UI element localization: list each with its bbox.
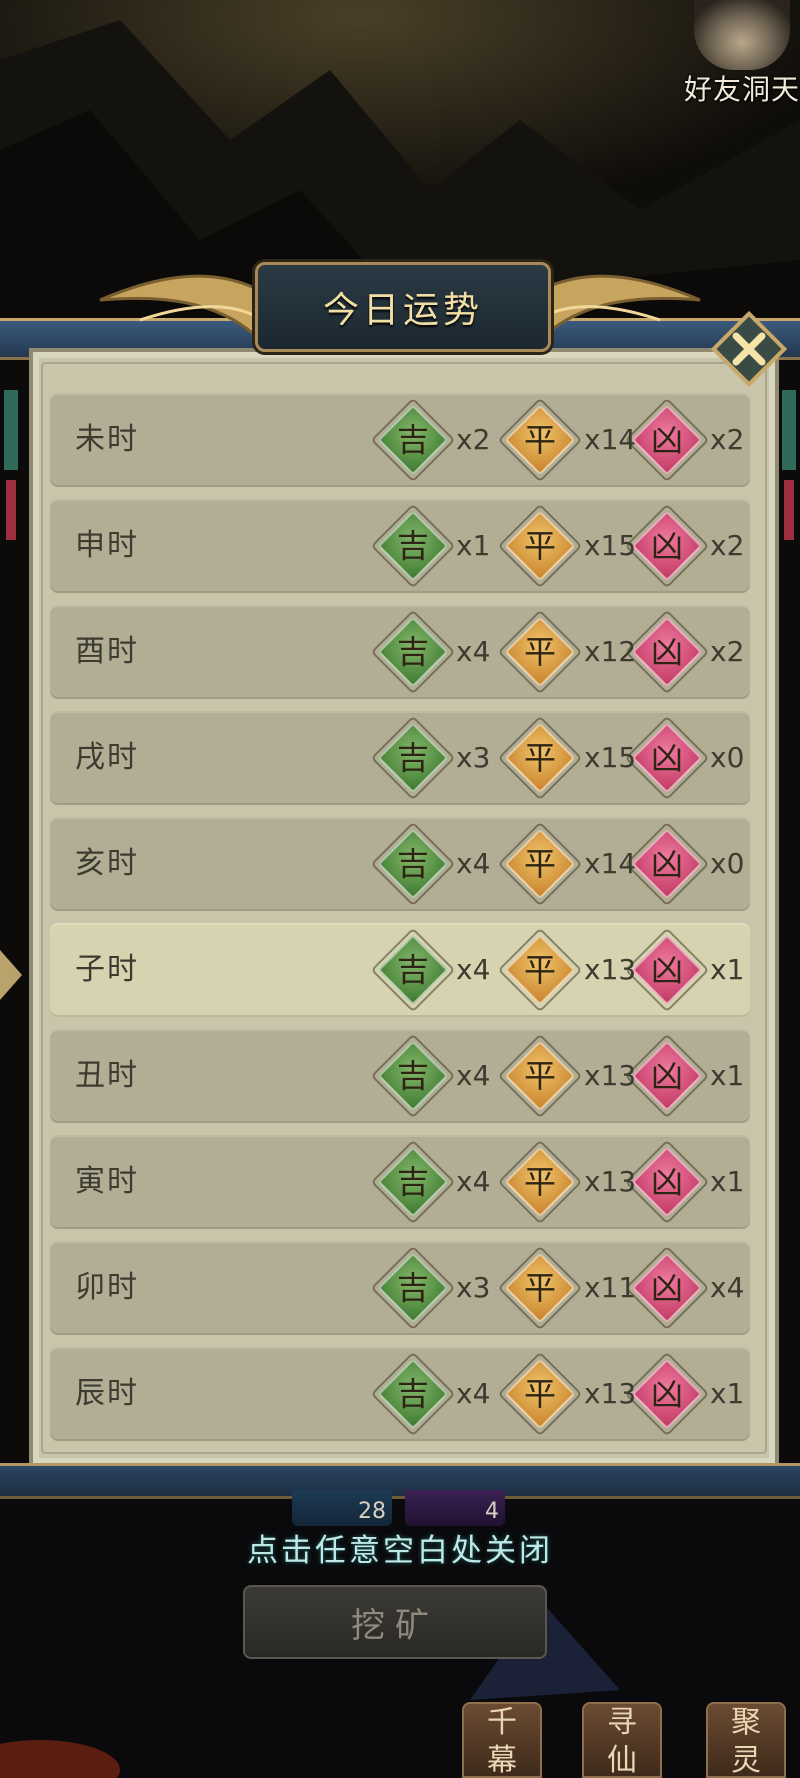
- friend-cave-label: 好友洞天: [683, 73, 800, 106]
- bad-fortune-icon: 凶: [624, 397, 710, 483]
- mine-button[interactable]: 挖矿: [243, 1585, 547, 1659]
- neutral-fortune-icon: 平: [497, 927, 583, 1013]
- fortune-row: 卯时 吉 x3 平 x11 凶 x4: [50, 1241, 750, 1335]
- good-fortune-icon: 吉: [370, 1245, 456, 1331]
- fortune-row: 未时 吉 x2 平 x14 凶 x2: [50, 393, 750, 487]
- neutral-fortune-icon: 平: [497, 503, 583, 589]
- hour-name: 寅时: [75, 1164, 139, 1199]
- fortune-row: 辰时 吉 x4 平 x13 凶 x1: [50, 1347, 750, 1441]
- friend-cave-shortcut[interactable]: 好友洞天: [670, 0, 800, 110]
- tab-label: 仙: [607, 1743, 637, 1778]
- bad-count: x0: [710, 847, 745, 880]
- close-hint[interactable]: 点击任意空白处关闭: [0, 1525, 800, 1570]
- tab-label: 千: [487, 1705, 517, 1740]
- good-fortune-icon: 吉: [370, 397, 456, 483]
- good-fortune-icon: 吉: [370, 715, 456, 801]
- bad-count: x2: [710, 529, 745, 562]
- bad-count: x4: [710, 1271, 745, 1304]
- lantern-decoration-left: [0, 390, 22, 550]
- bad-fortune-icon: 凶: [624, 503, 710, 589]
- friend-cave-icon: [694, 0, 790, 70]
- bad-fortune-icon: 凶: [624, 1245, 710, 1331]
- neutral-fortune-icon: 平: [497, 1139, 583, 1225]
- tab-label: 灵: [731, 1743, 761, 1778]
- fortune-row: 亥时 吉 x4 平 x14 凶 x0: [50, 817, 750, 911]
- tab-button[interactable]: 聚 灵: [706, 1702, 786, 1778]
- neutral-fortune-icon: 平: [497, 1351, 583, 1437]
- resource-count: 28: [358, 1499, 386, 1524]
- fortune-row-current: 子时 吉 x4 平 x13 凶 x1: [50, 923, 750, 1017]
- neutral-fortune-icon: 平: [497, 821, 583, 907]
- bad-fortune-icon: 凶: [624, 1351, 710, 1437]
- bad-count: x1: [710, 1165, 745, 1198]
- good-fortune-icon: 吉: [370, 1139, 456, 1225]
- close-x-icon: [710, 310, 788, 388]
- hour-name: 戌时: [75, 740, 139, 775]
- fortune-list: 未时 吉 x2 平 x14 凶 x2 申时 吉 x1 平 x15 凶 x2 酉时…: [50, 393, 750, 1453]
- good-count: x4: [456, 1165, 491, 1198]
- bad-fortune-icon: 凶: [624, 927, 710, 1013]
- tab-label: 聚: [731, 1705, 761, 1740]
- fortune-row: 酉时 吉 x4 平 x12 凶 x2: [50, 605, 750, 699]
- good-fortune-icon: 吉: [370, 609, 456, 695]
- hour-name: 亥时: [75, 846, 139, 881]
- fortune-row: 丑时 吉 x4 平 x13 凶 x1: [50, 1029, 750, 1123]
- bad-count: x2: [710, 423, 745, 456]
- bad-count: x1: [710, 1059, 745, 1092]
- neutral-fortune-icon: 平: [497, 609, 583, 695]
- fortune-row: 戌时 吉 x3 平 x15 凶 x0: [50, 711, 750, 805]
- bad-fortune-icon: 凶: [624, 821, 710, 907]
- fortune-row: 申时 吉 x1 平 x15 凶 x2: [50, 499, 750, 593]
- good-count: x2: [456, 423, 491, 456]
- good-count: x4: [456, 1377, 491, 1410]
- tab-label: 幕: [487, 1743, 517, 1778]
- neutral-fortune-icon: 平: [497, 1245, 583, 1331]
- dialog-title-plate: 今日运势: [255, 262, 551, 352]
- hour-name: 卯时: [75, 1270, 139, 1305]
- tab-button[interactable]: 千 幕: [462, 1702, 542, 1778]
- resource-count: 4: [485, 1499, 499, 1524]
- hour-name: 未时: [75, 422, 139, 457]
- bad-count: x1: [710, 1377, 745, 1410]
- bad-count: x1: [710, 953, 745, 986]
- dialog-title: 今日运势: [322, 290, 483, 331]
- good-count: x4: [456, 953, 491, 986]
- good-count: x4: [456, 847, 491, 880]
- neutral-fortune-icon: 平: [497, 715, 583, 801]
- panel-bottom-border: [0, 1463, 800, 1499]
- good-fortune-icon: 吉: [370, 1033, 456, 1119]
- good-count: x4: [456, 635, 491, 668]
- neutral-fortune-icon: 平: [497, 397, 583, 483]
- bad-fortune-icon: 凶: [624, 609, 710, 695]
- bad-fortune-icon: 凶: [624, 715, 710, 801]
- bad-count: x2: [710, 635, 745, 668]
- good-fortune-icon: 吉: [370, 821, 456, 907]
- bad-count: x0: [710, 741, 745, 774]
- good-count: x4: [456, 1059, 491, 1092]
- good-count: x3: [456, 741, 491, 774]
- hour-name: 丑时: [75, 1058, 139, 1093]
- fortune-row: 寅时 吉 x4 平 x13 凶 x1: [50, 1135, 750, 1229]
- good-count: x1: [456, 529, 491, 562]
- tab-label: 寻: [607, 1705, 637, 1740]
- hour-name: 酉时: [75, 634, 139, 669]
- good-fortune-icon: 吉: [370, 1351, 456, 1437]
- good-fortune-icon: 吉: [370, 927, 456, 1013]
- bad-fortune-icon: 凶: [624, 1033, 710, 1119]
- bad-fortune-icon: 凶: [624, 1139, 710, 1225]
- close-button[interactable]: [708, 308, 790, 390]
- lantern-decoration-right: [778, 390, 800, 550]
- resource-slot: 28: [292, 1490, 392, 1526]
- good-fortune-icon: 吉: [370, 503, 456, 589]
- tab-button[interactable]: 寻 仙: [582, 1702, 662, 1778]
- hour-name: 申时: [75, 528, 139, 563]
- neutral-fortune-icon: 平: [497, 1033, 583, 1119]
- good-count: x3: [456, 1271, 491, 1304]
- hour-name: 辰时: [75, 1376, 139, 1411]
- resource-slot: 4: [405, 1490, 505, 1526]
- hour-name: 子时: [75, 952, 139, 987]
